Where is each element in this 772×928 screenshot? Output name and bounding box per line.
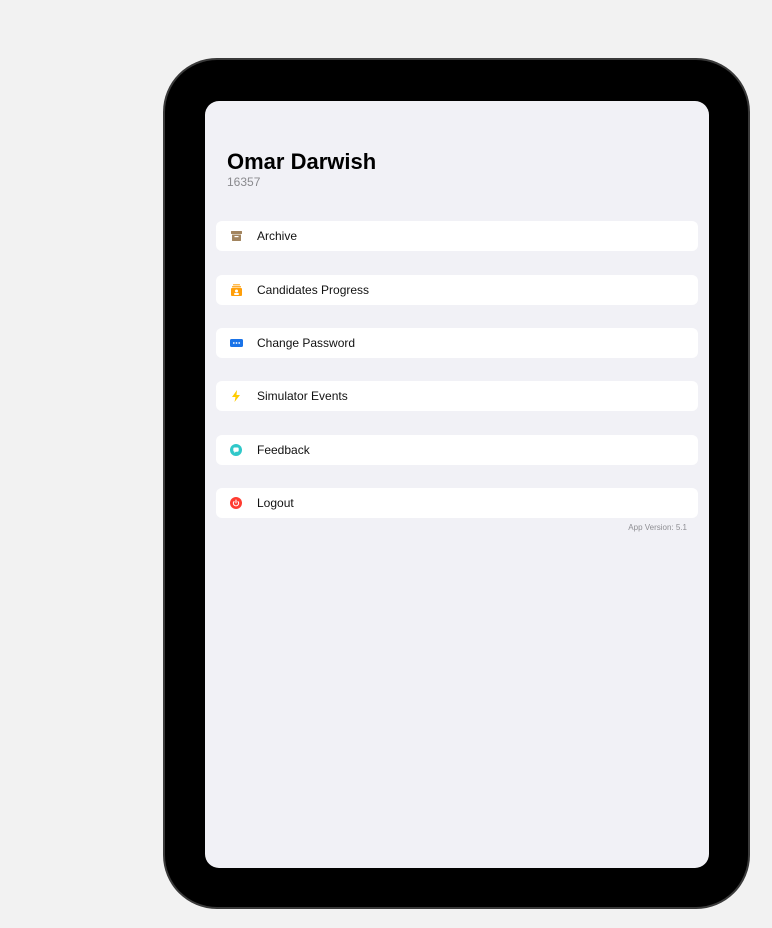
user-name: Omar Darwish [227,149,377,174]
profile-header: Omar Darwish 16357 [227,149,376,189]
menu-item-feedback[interactable]: Feedback [216,435,698,465]
menu-item-simulator-events[interactable]: Simulator Events [216,381,698,411]
archive-box-icon [229,229,243,243]
menu-item-logout[interactable]: Logout [216,488,698,518]
candidates-icon [229,283,243,297]
menu-item-candidates-progress[interactable]: Candidates Progress [216,275,698,305]
menu-item-change-password[interactable]: Change Password [216,328,698,358]
app-version: App Version: 5.1 [628,523,687,532]
power-icon [229,496,243,510]
menu-label: Logout [257,496,294,510]
menu-label: Archive [257,229,298,243]
password-icon [229,336,243,350]
menu-label: Simulator Events [257,389,348,403]
menu-item-archive[interactable]: Archive [216,221,698,251]
feedback-bubble-icon [229,443,243,457]
settings-screen: Omar Darwish 16357 Archive Candidates Pr… [205,101,709,868]
lightning-icon [229,389,243,403]
user-id: 16357 [227,175,261,189]
menu-label: Feedback [257,443,310,457]
menu-label: Change Password [257,336,356,350]
menu-label: Candidates Progress [257,283,370,297]
